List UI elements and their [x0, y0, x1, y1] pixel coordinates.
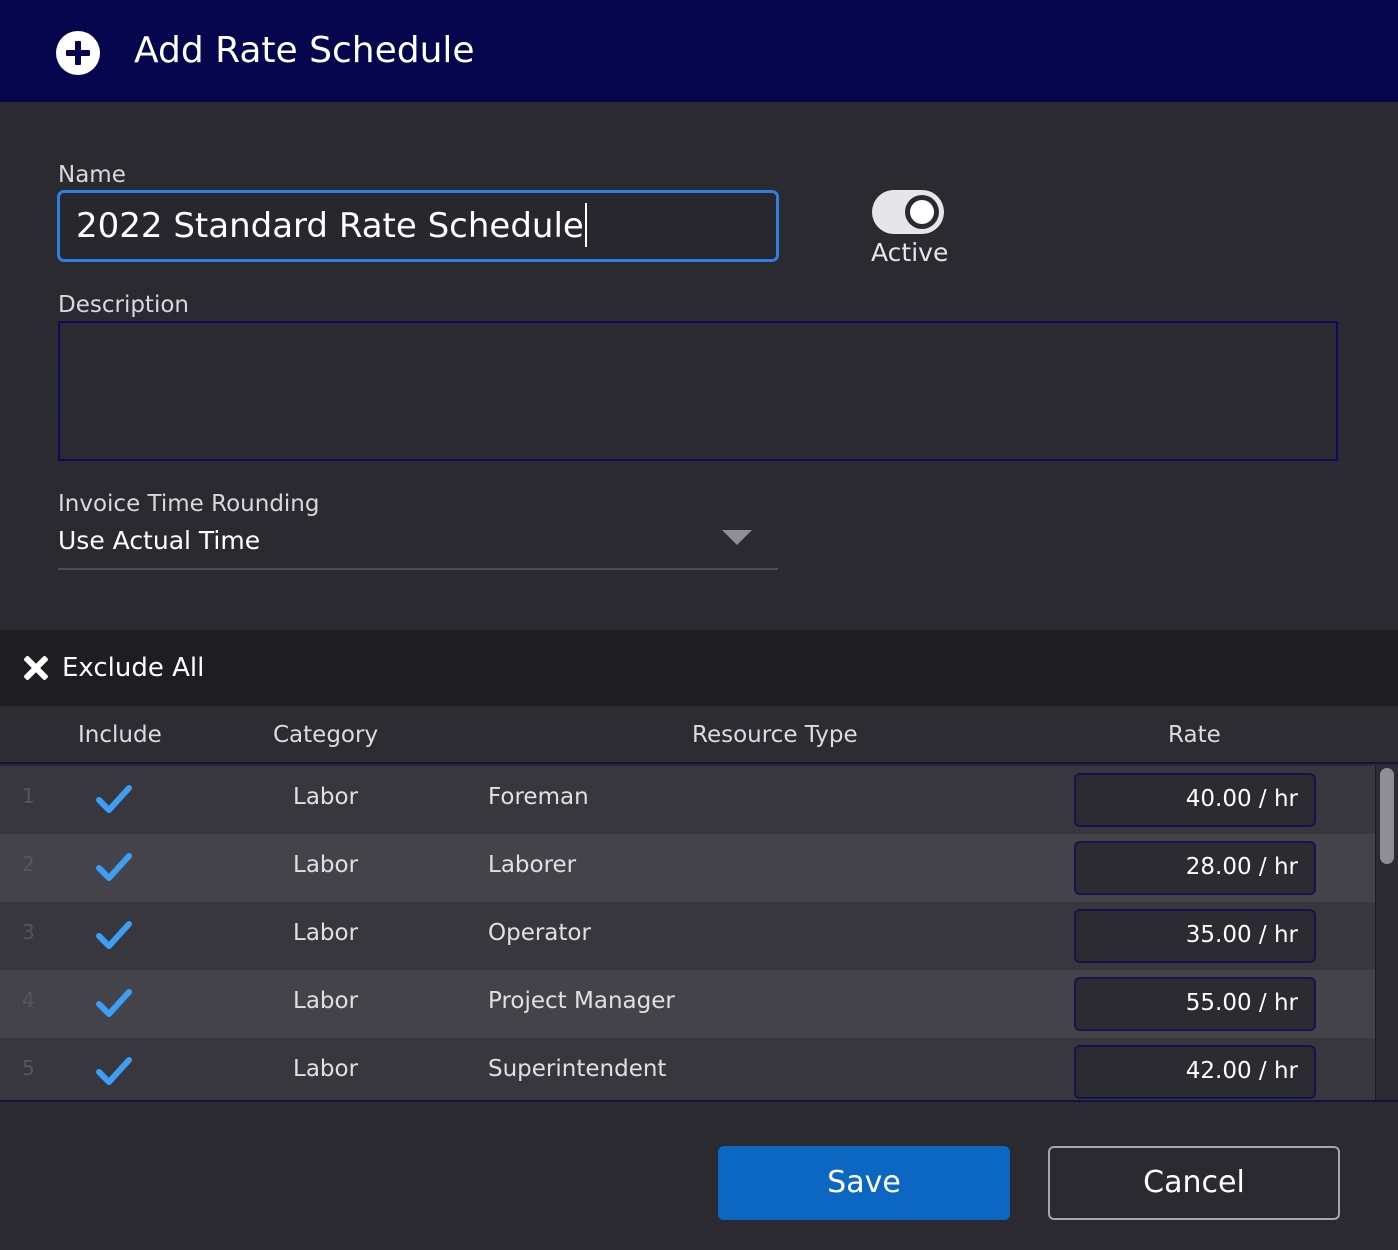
checkmark-icon[interactable] — [96, 784, 132, 814]
rate-input[interactable]: 28.00 / hr — [1074, 841, 1316, 895]
cancel-button[interactable]: Cancel — [1048, 1146, 1340, 1220]
name-input-value: 2022 Standard Rate Schedule — [76, 206, 584, 246]
active-toggle[interactable] — [872, 190, 944, 234]
rounding-label: Invoice Time Rounding — [58, 491, 320, 517]
table-row: 2 Labor Laborer 28.00 / hr — [0, 834, 1375, 902]
header-resource-type[interactable]: Resource Type — [692, 720, 858, 750]
checkmark-icon[interactable] — [96, 988, 132, 1018]
table-row: 1 Labor Foreman 40.00 / hr — [0, 766, 1375, 834]
dialog-footer: Save Cancel — [0, 1100, 1398, 1250]
table-header: Include Category Resource Type Rate — [0, 706, 1398, 764]
description-label: Description — [58, 292, 189, 318]
table-toolbar: Exclude All — [0, 630, 1398, 706]
rate-input[interactable]: 40.00 / hr — [1074, 773, 1316, 827]
rate-schedule-form: Name 2022 Standard Rate Schedule Active … — [0, 102, 1398, 630]
rounding-selected-value: Use Actual Time — [58, 526, 261, 555]
rate-input[interactable]: 55.00 / hr — [1074, 977, 1316, 1031]
header-rate[interactable]: Rate — [1168, 720, 1221, 750]
row-resource-type: Superintendent — [488, 1056, 667, 1082]
row-category: Labor — [293, 988, 359, 1014]
rate-input[interactable]: 42.00 / hr — [1074, 1045, 1316, 1099]
exclude-all-button[interactable]: Exclude All — [62, 652, 204, 684]
active-label: Active — [871, 238, 949, 267]
row-index: 2 — [22, 852, 35, 876]
table-body: 1 Labor Foreman 40.00 / hr 2 Labor Labor… — [0, 766, 1375, 1100]
checkmark-icon[interactable] — [96, 920, 132, 950]
dialog-title: Add Rate Schedule — [134, 30, 475, 71]
name-input[interactable]: 2022 Standard Rate Schedule — [57, 190, 779, 262]
text-caret — [584, 202, 587, 247]
description-textarea[interactable] — [58, 321, 1338, 461]
row-index: 1 — [22, 784, 35, 808]
row-category: Labor — [293, 1056, 359, 1082]
table-row: 3 Labor Operator 35.00 / hr — [0, 902, 1375, 970]
close-x-icon[interactable] — [22, 654, 50, 682]
row-index: 5 — [22, 1056, 35, 1080]
header-include[interactable]: Include — [78, 720, 162, 750]
rate-input[interactable]: 35.00 / hr — [1074, 909, 1316, 963]
plus-circle-icon — [56, 31, 100, 75]
row-resource-type: Project Manager — [488, 988, 675, 1014]
table-scrollbar[interactable] — [1375, 766, 1398, 1100]
save-button[interactable]: Save — [718, 1146, 1010, 1220]
row-resource-type: Foreman — [488, 784, 589, 810]
chevron-down-icon — [722, 530, 752, 545]
name-label: Name — [58, 162, 126, 188]
row-category: Labor — [293, 852, 359, 878]
row-index: 4 — [22, 988, 35, 1012]
scrollbar-thumb[interactable] — [1380, 768, 1394, 864]
row-category: Labor — [293, 920, 359, 946]
table-row: 5 Labor Superintendent 42.00 / hr — [0, 1038, 1375, 1100]
checkmark-icon[interactable] — [96, 1056, 132, 1086]
rounding-select[interactable]: Use Actual Time — [58, 520, 778, 570]
header-category[interactable]: Category — [273, 720, 378, 750]
table-row: 4 Labor Project Manager 55.00 / hr — [0, 970, 1375, 1038]
toggle-knob — [905, 195, 939, 229]
dialog-header: Add Rate Schedule — [0, 0, 1398, 102]
row-resource-type: Laborer — [488, 852, 577, 878]
row-resource-type: Operator — [488, 920, 591, 946]
row-category: Labor — [293, 784, 359, 810]
checkmark-icon[interactable] — [96, 852, 132, 882]
row-index: 3 — [22, 920, 35, 944]
